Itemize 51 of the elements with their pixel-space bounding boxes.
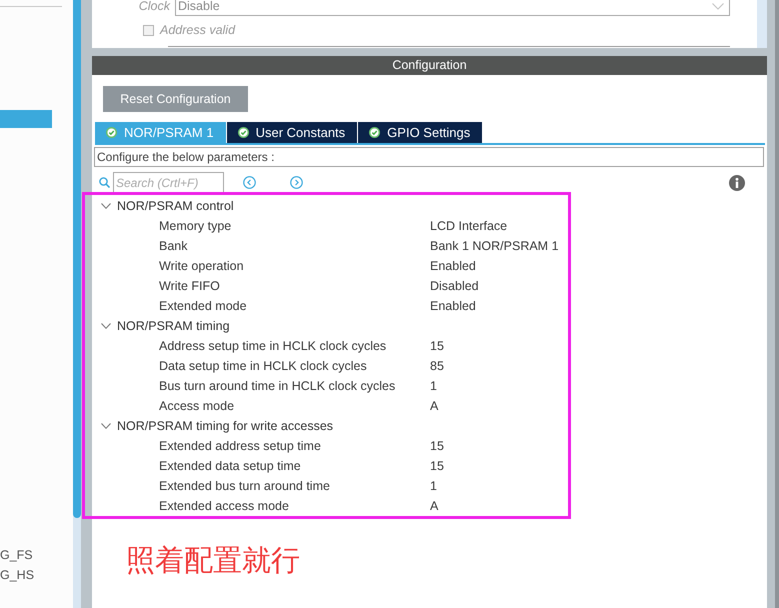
field-label: Clock xyxy=(138,0,170,12)
checkbox-label: Address valid xyxy=(160,23,236,37)
chevron-down-icon xyxy=(712,2,724,10)
parameter-value[interactable]: Enabled xyxy=(430,299,476,313)
parameter-value[interactable]: Enabled xyxy=(430,259,476,273)
check-circle-icon xyxy=(238,127,249,138)
circle-chevron-right-icon[interactable] xyxy=(290,176,303,189)
chevron-down-icon[interactable] xyxy=(101,423,111,429)
parameter-name: Write operation xyxy=(159,259,245,273)
sidebar-item[interactable]: G_FS xyxy=(0,545,73,565)
search-field[interactable]: Search (Crtl+F) xyxy=(113,172,224,193)
parameter-value[interactable]: Bank 1 NOR/PSRAM 1 xyxy=(430,239,559,253)
parameter-name: Extended data setup time xyxy=(159,459,302,473)
tab[interactable]: GPIO Settings xyxy=(358,122,482,143)
parameter-name: Access mode xyxy=(159,399,236,413)
parameter-name: Data setup time in HCLK clock cycles xyxy=(159,359,368,373)
parameter-value[interactable]: 1 xyxy=(430,379,437,393)
search-icon[interactable] xyxy=(99,177,110,188)
parameter-value[interactable]: A xyxy=(430,399,438,413)
parameter-name: Bus turn around time in HCLK clock cycles xyxy=(159,379,396,393)
parameter-value[interactable]: Disabled xyxy=(430,279,479,293)
parameter-name: Extended address setup time xyxy=(159,439,322,453)
parameter-name: Bank xyxy=(159,239,188,253)
chevron-down-icon[interactable] xyxy=(101,203,111,209)
info-icon[interactable] xyxy=(729,174,745,190)
parameter-value[interactable]: 15 xyxy=(430,339,444,353)
parameter-name: Address setup time in HCLK clock cycles xyxy=(159,339,388,353)
check-circle-icon xyxy=(106,127,117,138)
annotation-text: 照着配置就行 xyxy=(126,542,300,578)
tree-group-label[interactable]: NOR/PSRAM control xyxy=(117,199,234,213)
tree-group-label[interactable]: NOR/PSRAM timing for write accesses xyxy=(117,419,334,433)
parameter-name: Extended mode xyxy=(159,299,248,313)
section-header: Configuration xyxy=(92,56,767,75)
description-field: Configure the below parameters : xyxy=(94,147,764,167)
parameter-value[interactable]: 15 xyxy=(430,439,444,453)
parameter-name: Memory type xyxy=(159,219,232,233)
check-circle-icon xyxy=(369,127,380,138)
parameter-value[interactable]: 15 xyxy=(430,459,444,473)
tree-group-label[interactable]: NOR/PSRAM timing xyxy=(117,319,230,333)
parameter-value[interactable]: A xyxy=(430,499,438,513)
scrollbar-track xyxy=(757,0,767,48)
tab[interactable]: User Constants xyxy=(226,122,358,143)
chevron-down-icon[interactable] xyxy=(101,323,111,329)
parameter-name: Extended access mode xyxy=(159,499,290,513)
parameter-value[interactable]: LCD Interface xyxy=(430,219,508,233)
parameter-value[interactable]: 1 xyxy=(430,479,437,493)
parameter-name: Extended bus turn around time xyxy=(159,479,331,493)
circle-chevron-left-icon[interactable] xyxy=(243,176,256,189)
parameter-name: Write FIFO xyxy=(159,279,221,293)
parameter-value[interactable]: 85 xyxy=(430,359,444,373)
sidebar-item[interactable]: G_HS xyxy=(0,565,73,585)
